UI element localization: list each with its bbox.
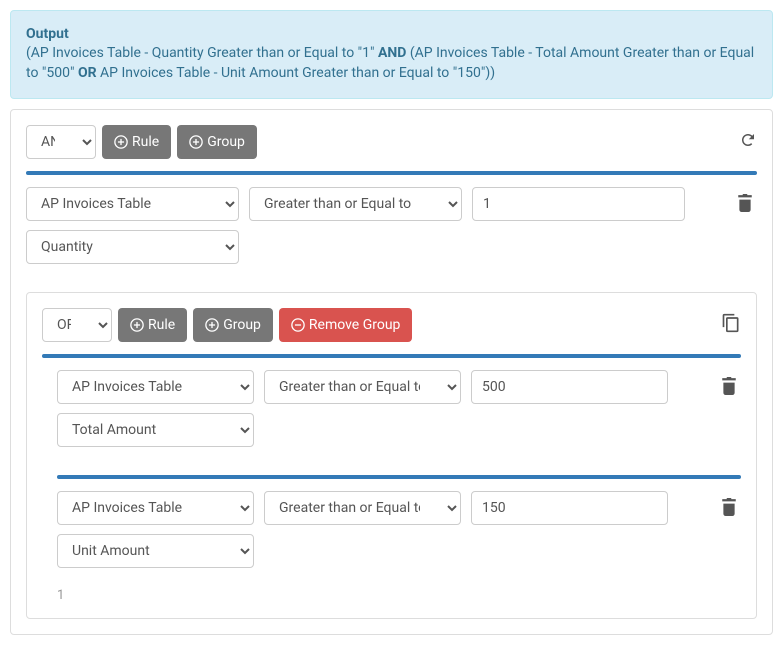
nested-group: OR Rule Group Remove Group [26,292,757,619]
rule-row: AP Invoices Table Greater than or Equal … [57,491,741,568]
root-combinator-select[interactable]: AND [26,125,96,159]
output-expression: (AP Invoices Table - Quantity Greater th… [26,44,757,83]
delete-rule-button[interactable] [717,370,741,405]
plus-icon [189,135,203,149]
nested-group-header: OR Rule Group Remove Group [42,308,741,342]
rule-value-input[interactable] [472,187,685,221]
divider [42,354,741,358]
rule-table-select[interactable]: AP Invoices Table [57,370,254,404]
remove-group-button[interactable]: Remove Group [279,308,413,342]
add-rule-button[interactable]: Rule [102,125,171,159]
footer-label: 1 [42,588,741,603]
plus-icon [205,318,219,332]
rule-operator-select[interactable]: Greater than or Equal to [264,370,461,404]
rule-column-select[interactable]: Quantity [26,230,239,264]
rule-column-select[interactable]: Total Amount [57,413,254,447]
delete-rule-button[interactable] [717,491,741,526]
divider [57,475,741,479]
output-panel: Output (AP Invoices Table - Quantity Gre… [10,10,773,99]
add-rule-button[interactable]: Rule [118,308,187,342]
rule-row: AP Invoices Table Greater than or Equal … [26,187,757,264]
trash-icon [737,194,753,212]
rule-operator-select[interactable]: Greater than or Equal to [264,491,461,525]
nested-combinator-select[interactable]: OR [42,308,112,342]
divider [26,171,757,175]
refresh-icon[interactable] [739,131,757,153]
add-group-button[interactable]: Group [177,125,257,159]
query-builder: AND Rule Group AP Invoices Table Greater… [10,109,773,635]
output-title: Output [26,26,757,42]
trash-icon [721,498,737,516]
rule-table-select[interactable]: AP Invoices Table [26,187,239,221]
plus-icon [130,318,144,332]
minus-icon [291,318,305,332]
rule-operator-select[interactable]: Greater than or Equal to [249,187,462,221]
rule-value-input[interactable] [471,370,668,404]
copy-icon[interactable] [721,313,741,337]
delete-rule-button[interactable] [733,187,757,222]
add-group-button[interactable]: Group [193,308,273,342]
rule-column-select[interactable]: Unit Amount [57,534,254,568]
trash-icon [721,377,737,395]
plus-icon [114,135,128,149]
rule-value-input[interactable] [471,491,668,525]
rule-table-select[interactable]: AP Invoices Table [57,491,254,525]
rule-row: AP Invoices Table Greater than or Equal … [57,370,741,447]
root-group-header: AND Rule Group [26,125,757,159]
